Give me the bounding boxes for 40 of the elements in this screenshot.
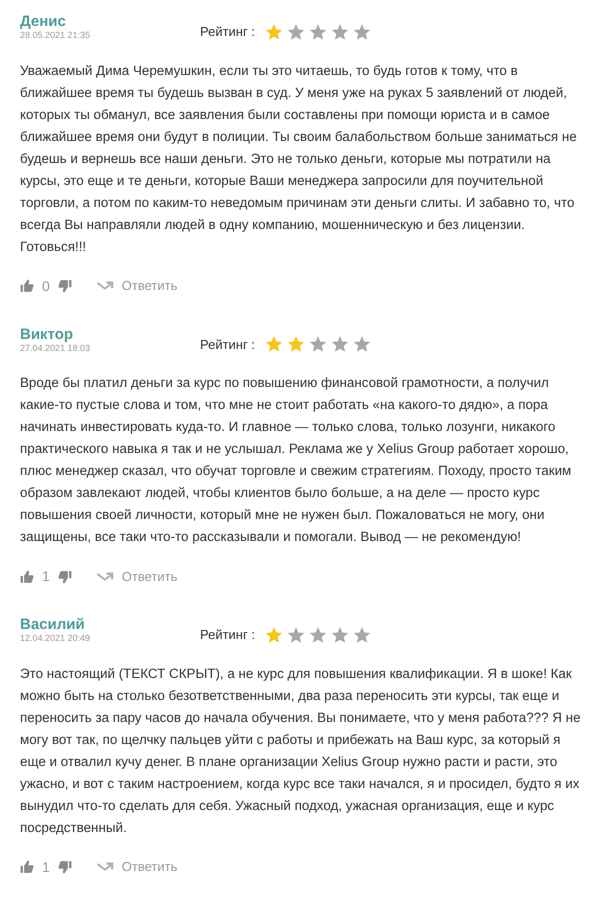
reply-arrow-icon bbox=[96, 570, 114, 584]
star-icon bbox=[352, 626, 371, 644]
like-count: 1 bbox=[42, 858, 50, 876]
thumbs-down-icon[interactable] bbox=[58, 570, 72, 584]
star-icon bbox=[286, 22, 305, 41]
star-icon bbox=[352, 335, 371, 354]
star-icon bbox=[330, 335, 349, 354]
star-icon bbox=[264, 626, 283, 644]
author-name: Денис bbox=[20, 14, 67, 30]
rating-label: Рейтинг : bbox=[200, 626, 255, 644]
star-icon bbox=[286, 335, 305, 354]
thumbs-up-icon[interactable] bbox=[20, 860, 34, 874]
star-icon bbox=[308, 626, 327, 644]
reply-button[interactable]: Ответить bbox=[96, 857, 178, 877]
star-icon bbox=[330, 22, 349, 41]
thumbs-down-icon[interactable] bbox=[58, 860, 72, 874]
star-icon bbox=[308, 22, 327, 41]
author-name: Василий bbox=[20, 617, 86, 633]
star-icon bbox=[352, 22, 371, 41]
review-text: Вроде бы платил деньги за курс по повышению финансовой грамотности, а получил какие-то пустые слова и том, что мне не стоит работать «на какого-то дядю», а пора начинать инвестировать куда-то. И главное — только слова, только лозунги, никакого практического навыка я так и не услышал. Реклама же у Xelius Group работает хорошо, плюс менеджер сказал, что обучат торговле и свежим стратегиям. Походу, просто таким образом завлекают людей, чтобы клиентов было больше, а на деле — просто курс повышения своей личности, который мне не нужен был. Пожаловаться не могу, они защищены, все таки что-то рассказывали и помогали. Вывод — не рекомендую! bbox=[20, 374, 572, 546]
thumbs-up-icon[interactable] bbox=[20, 279, 34, 293]
reply-button[interactable]: Ответить bbox=[96, 276, 178, 296]
thumbs-down-icon[interactable] bbox=[58, 279, 72, 293]
star-icon bbox=[264, 22, 283, 41]
star-icon bbox=[286, 626, 305, 644]
author-name: Виктор bbox=[20, 326, 74, 342]
review-text: Это настоящий (ТЕКСТ СКРЫТ), а не курс для повышения квалификации. Я в шоке! Как можно быть на столько безответственными, два раза переносить эти курсы, так еще и переносить за пару часов до начала обучения. Вы понимаете, что у меня работа??? Я не могу вот так, по щелчку пальцев уйти с работы и прибежать на Ваш курс, за который я еще и отвалил кучу денег. В плане организации Xelius Group нужно расти и расти, это ужасно, и вот с таким настроением, когда курс все таки начался, я и просидел, будто я их вынудил что-то сделать для себя. Ужасный подход, ужасная организация, еще и курс посредственный. bbox=[20, 664, 582, 837]
reply-button[interactable]: Ответить bbox=[96, 566, 178, 586]
review-date: 27.04.2021 18:03 bbox=[20, 342, 92, 354]
review-text: Уважаемый Дима Черемушкин, если ты это читаешь, то будь готов к тому, что в ближайшее время ты будешь вызван в суд. У меня уже на руках 5 заявлений от людей, которых ты обманул, все заявления были составлены при помощи юриста и в самое ближайшее время они будут в полиции. Ты своим балабольством больше заниматься не будешь и вернешь все наши деньги. Это не только деньги, которые мы потратили на курсы, это еще и те деньги, которые Ваши менеджера запросили для поучительной торговли, а потом по каким-то неведомым причинам эти деньги слиты. И забавно то, что всегда Вы направляли людей в одну компанию, мошенническую и без лицензии. Готовься!!! bbox=[20, 62, 578, 256]
star-icon bbox=[264, 335, 283, 354]
star-icon bbox=[330, 626, 349, 644]
thumbs-up-icon[interactable] bbox=[20, 570, 34, 584]
rating-label: Рейтинг : bbox=[200, 336, 255, 354]
review-date: 12.04.2021 20:49 bbox=[20, 633, 92, 644]
like-count: 0 bbox=[42, 276, 50, 296]
like-count: 1 bbox=[42, 567, 50, 586]
rating-label: Рейтинг : bbox=[200, 23, 255, 41]
review-date: 28.05.2021 21:35 bbox=[20, 30, 92, 41]
star-icon bbox=[308, 335, 327, 354]
